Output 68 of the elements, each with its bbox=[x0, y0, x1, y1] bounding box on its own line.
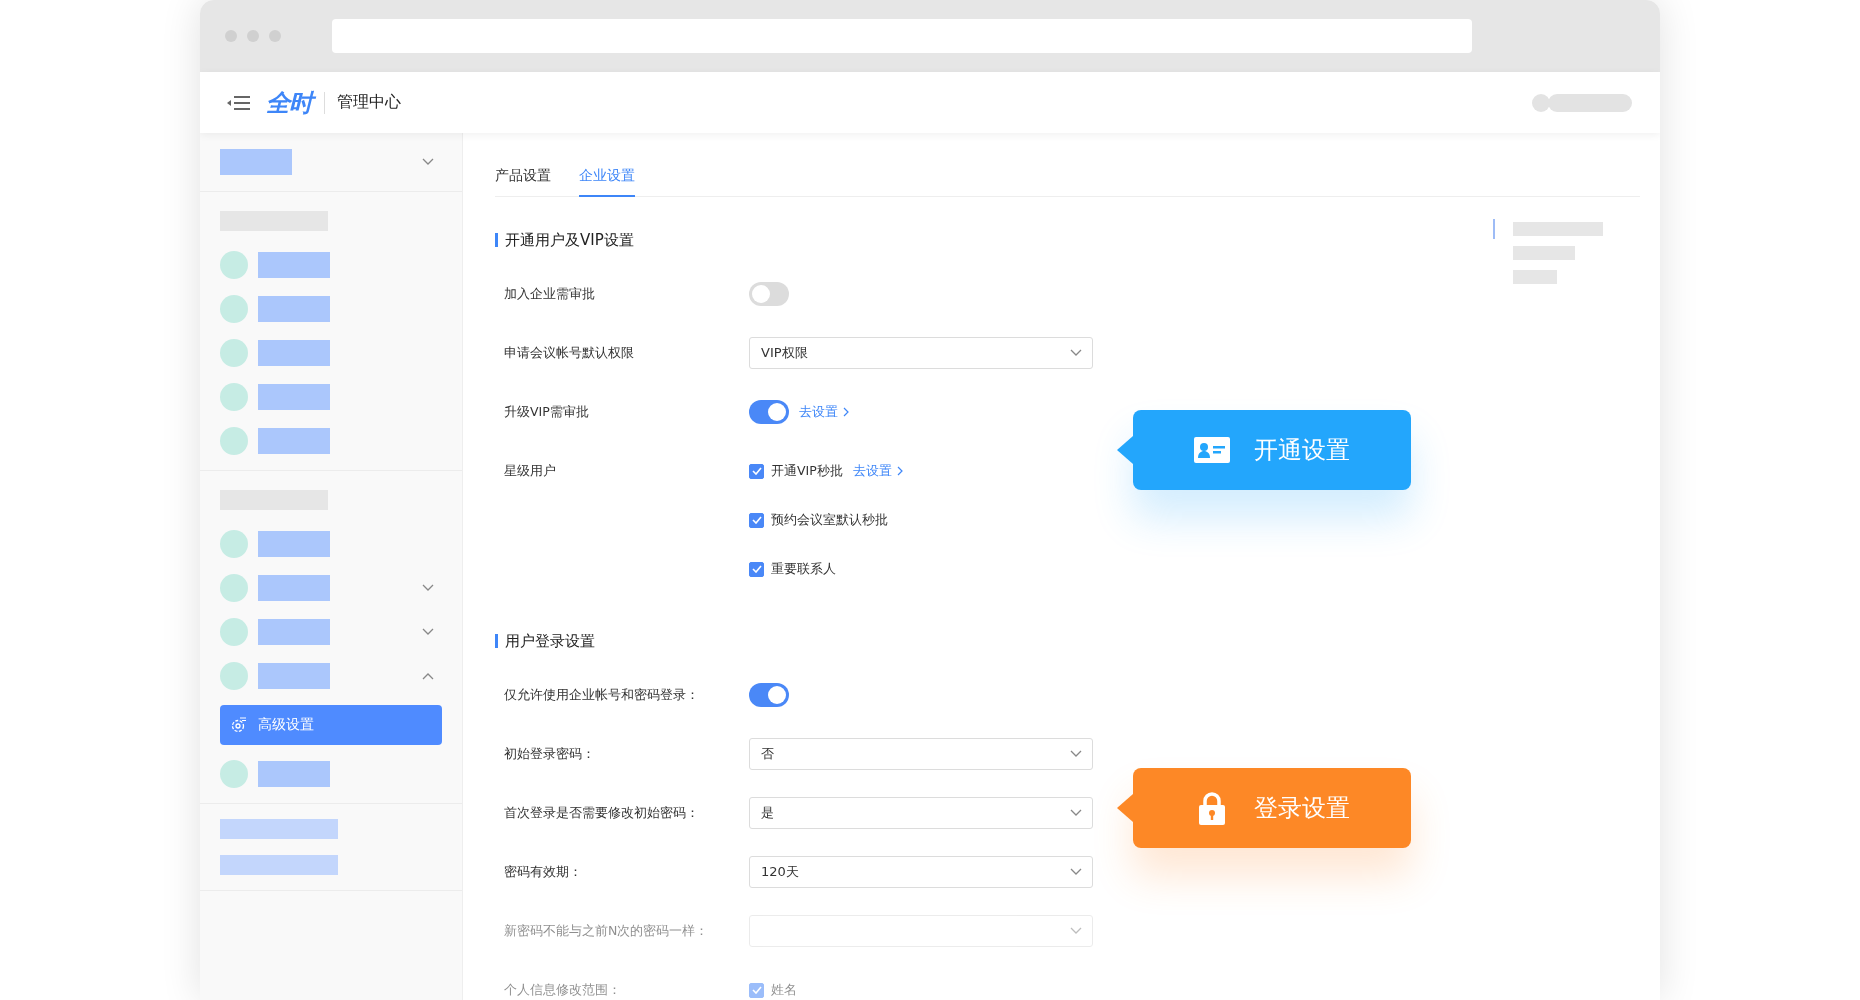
chevron-icon[interactable] bbox=[422, 672, 434, 680]
field-label: 密码有效期： bbox=[504, 863, 583, 881]
checkbox[interactable] bbox=[749, 982, 764, 998]
field-label: 申请会议帐号默认权限 bbox=[504, 344, 635, 362]
checkbox-label: 姓名 bbox=[771, 981, 797, 999]
checkbox[interactable] bbox=[749, 512, 764, 528]
field-label: 初始登录密码： bbox=[504, 745, 596, 763]
tab[interactable]: 产品设置 bbox=[495, 163, 551, 197]
placeholder-bar bbox=[258, 619, 330, 645]
select-field[interactable]: 否 bbox=[749, 738, 1093, 770]
field-label: 个人信息修改范围： bbox=[504, 981, 622, 999]
field-label: 仅允许使用企业帐号和密码登录： bbox=[504, 686, 700, 704]
checkbox-label: 重要联系人 bbox=[771, 560, 836, 578]
placeholder-bar bbox=[220, 149, 292, 175]
field-label: 升级VIP需审批 bbox=[504, 403, 590, 421]
placeholder-circle bbox=[220, 530, 248, 558]
app-title: 管理中心 bbox=[337, 92, 401, 113]
callout-badge: 登录设置 bbox=[1133, 768, 1411, 848]
placeholder-circle bbox=[220, 574, 248, 602]
chevron-icon bbox=[1070, 349, 1082, 357]
field-label: 加入企业需审批 bbox=[504, 285, 596, 303]
placeholder-bar bbox=[258, 428, 330, 454]
chevron-icon bbox=[1070, 750, 1082, 758]
toggle-switch[interactable] bbox=[749, 683, 789, 707]
placeholder-circle bbox=[220, 618, 248, 646]
chevron-icon[interactable] bbox=[422, 584, 434, 592]
chevron-icon[interactable] bbox=[422, 158, 434, 166]
section-title: 用户登录设置 bbox=[495, 634, 1493, 648]
placeholder-circle bbox=[220, 760, 248, 788]
select-field[interactable] bbox=[749, 915, 1093, 947]
placeholder-bar bbox=[258, 663, 330, 689]
placeholder-circle bbox=[220, 427, 248, 455]
placeholder-bar bbox=[258, 531, 330, 557]
select-field[interactable]: 120天 bbox=[749, 856, 1093, 888]
chevron-icon[interactable] bbox=[422, 628, 434, 636]
field-label: 星级用户 bbox=[504, 462, 557, 480]
placeholder-bar bbox=[1513, 246, 1575, 260]
callout-badge: 开通设置 bbox=[1133, 410, 1411, 490]
settings-link[interactable]: 去设置 bbox=[799, 403, 849, 421]
chevron-icon bbox=[1070, 927, 1082, 935]
settings-link[interactable]: 去设置 bbox=[852, 462, 903, 480]
placeholder-bar bbox=[258, 340, 330, 366]
placeholder-circle bbox=[220, 339, 248, 367]
chevron-right-icon bbox=[896, 466, 903, 476]
chevron-icon bbox=[1070, 868, 1082, 876]
placeholder-bar bbox=[258, 384, 330, 410]
field-label: 首次登录是否需要修改初始密码： bbox=[504, 804, 700, 822]
placeholder-circle bbox=[220, 251, 248, 279]
gear-icon bbox=[230, 716, 248, 734]
chevron-icon bbox=[1070, 809, 1082, 817]
checkbox-label: 预约会议室默认秒批 bbox=[771, 511, 888, 529]
toggle-switch[interactable] bbox=[749, 282, 789, 306]
chevron-right-icon bbox=[843, 407, 849, 417]
placeholder-bar bbox=[258, 252, 330, 278]
checkbox[interactable] bbox=[749, 463, 764, 479]
placeholder-circle bbox=[220, 295, 248, 323]
placeholder-bar bbox=[258, 296, 330, 322]
placeholder-bar bbox=[258, 575, 330, 601]
placeholder-bar bbox=[258, 761, 330, 787]
placeholder-circle bbox=[220, 383, 248, 411]
placeholder-circle bbox=[220, 662, 248, 690]
tab[interactable]: 企业设置 bbox=[579, 163, 635, 197]
checkbox-label: 开通VIP秒批 bbox=[771, 462, 843, 480]
toggle-switch[interactable] bbox=[749, 400, 789, 424]
select-field[interactable]: 是 bbox=[749, 797, 1093, 829]
checkbox[interactable] bbox=[749, 561, 764, 577]
placeholder-bar bbox=[1513, 270, 1557, 284]
select-field[interactable]: VIP权限 bbox=[749, 337, 1093, 369]
